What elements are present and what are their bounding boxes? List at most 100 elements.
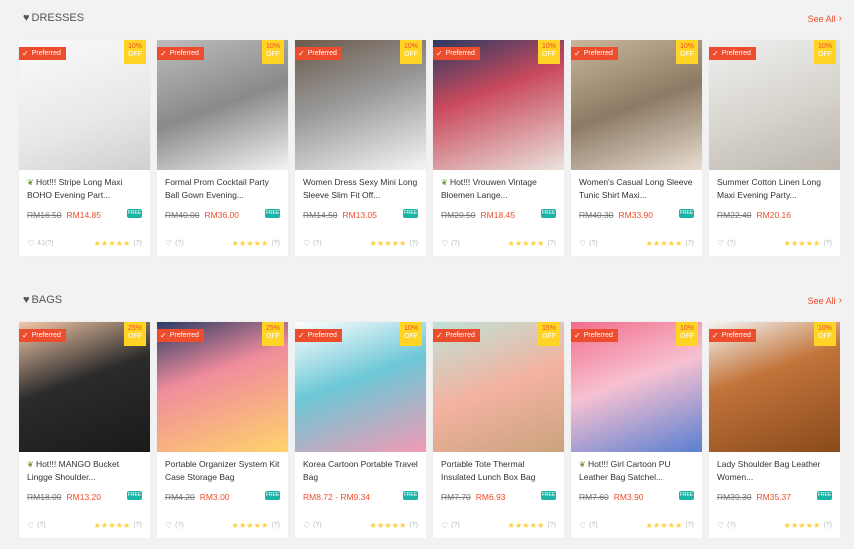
heart-outline-icon[interactable]: ♡ [303,239,310,248]
heart-outline-icon[interactable]: ♡ [303,521,310,530]
preferred-label: Preferred [721,332,751,339]
product-image[interactable]: ✓ Preferred 10% OFF [295,322,426,452]
product-image[interactable]: ✓ Preferred 15% OFF [433,322,564,452]
product-card[interactable]: ✓ Preferred 10% OFF ❦ Hot!!! Stripe Long Max… [19,40,150,256]
see-all-link[interactable]: See All › [808,13,842,24]
product-image[interactable]: ✓ Preferred 25% OFF [19,322,150,452]
product-name[interactable]: Women's Casual Long Sleeve Tunic Shirt M… [571,170,702,204]
product-card[interactable]: ✓ Preferred 10% OFF Women's Casual Long Slee… [571,40,702,256]
rating-stars: ★★★★★ [783,521,821,530]
dresses-section: ♥ DRESSES See All › ✓ Preferred 10% OFF ❦ Ho… [15,8,848,256]
product-image[interactable]: ✓ Preferred 10% OFF [709,40,840,170]
discount-percent: 10% [679,325,694,332]
heart-outline-icon[interactable]: ♡ [165,239,172,248]
product-name-text[interactable]: Korea Cartoon Portable Travel Bag [303,459,418,482]
product-name-text[interactable]: Hot!!! Girl Cartoon PU Leather Bag Satch… [579,459,671,482]
heart-outline-icon[interactable]: ♡ [717,239,724,248]
current-price: RM6.93 [475,492,506,502]
product-image[interactable]: ✓ Preferred 10% OFF [709,322,840,452]
see-all-text[interactable]: See All [808,14,836,24]
product-card[interactable]: ✓ Preferred 25% OFF ❦ Hot!!! MANGO Bucket Li… [19,322,150,538]
product-name-text[interactable]: Women Dress Sexy Mini Long Sleeve Slim F… [303,177,417,200]
price-row: RM39.30 RM35.37 FREE [709,486,840,502]
product-name[interactable]: Korea Cartoon Portable Travel Bag [295,452,426,486]
product-image[interactable]: ✓ Preferred 10% OFF [433,40,564,170]
see-all-link[interactable]: See All › [808,295,842,306]
product-name[interactable]: ❦ Hot!!! Stripe Long Maxi BOHO Evening P… [19,170,150,204]
rating-stars: ★★★★★ [231,239,269,248]
product-name-text[interactable]: Formal Prom Cocktail Party Ball Gown Eve… [165,177,269,200]
like-count: (?) [589,522,598,529]
product-name[interactable]: Portable Tote Thermal Insulated Lunch Bo… [433,452,564,486]
product-card[interactable]: ✓ Preferred 15% OFF Portable Tote Thermal In… [433,322,564,538]
heart-outline-icon[interactable]: ♡ [579,521,586,530]
discount-percent: 10% [403,325,418,332]
product-card[interactable]: ✓ Preferred 10% OFF Women Dress Sexy Mini Lo… [295,40,426,256]
check-icon: ✓ [22,49,29,58]
heart-icon: ♥ [23,12,30,24]
product-name-text[interactable]: Hot!!! Vrouwen Vintage Bloemen Lange... [441,177,537,200]
current-price: RM8.72 - RM9.34 [303,492,371,502]
product-card[interactable]: ✓ Preferred 10% OFF ❦ Hot!!! Girl Cartoon PU… [571,322,702,538]
product-name[interactable]: ❦ Hot!!! MANGO Bucket Lingge Shoulder... [19,452,150,486]
product-name[interactable]: Lady Shoulder Bag Leather Women... [709,452,840,486]
product-card[interactable]: ✓ Preferred 10% OFF Lady Shoulder Bag Leathe… [709,322,840,538]
product-name[interactable]: Portable Organizer System Kit Case Stora… [157,452,288,486]
product-card[interactable]: ✓ Preferred 10% OFF Summer Cotton Linen Long… [709,40,840,256]
preferred-badge: ✓ Preferred [709,329,756,342]
product-card[interactable]: ✓ Preferred 10% OFF Formal Prom Cocktail Par… [157,40,288,256]
chevron-right-icon: › [838,295,842,306]
product-image[interactable]: ✓ Preferred 10% OFF [157,40,288,170]
product-footer: ♡ (?) ★★★★★ (?) [717,239,832,248]
discount-percent: 10% [679,43,694,50]
heart-outline-icon[interactable]: ♡ [27,239,34,248]
product-footer: ♡ (?) ★★★★★ (?) [579,239,694,248]
rating-stars: ★★★★★ [93,521,131,530]
heart-outline-icon[interactable]: ♡ [165,521,172,530]
original-price: RM7.70 [441,492,471,502]
original-price: RM18.00 [27,492,62,502]
product-name-text[interactable]: Women's Casual Long Sleeve Tunic Shirt M… [579,177,692,200]
product-card[interactable]: ✓ Preferred 10% OFF ❦ Hot!!! Vrouwen Vintage… [433,40,564,256]
preferred-badge: ✓ Preferred [19,329,66,342]
free-shipping-icon: FREE [817,491,832,500]
heart-outline-icon[interactable]: ♡ [579,239,586,248]
product-name[interactable]: Summer Cotton Linen Long Maxi Evening Pa… [709,170,840,204]
section-title-text: DRESSES [31,12,85,24]
heart-outline-icon[interactable]: ♡ [27,521,34,530]
bags-section: ♥ BAGS See All › ✓ Preferred 25% OFF ❦ Hot!!… [15,290,848,538]
heart-outline-icon[interactable]: ♡ [717,521,724,530]
product-card[interactable]: ✓ Preferred 25% OFF Portable Organizer Syste… [157,322,288,538]
product-name-text[interactable]: Summer Cotton Linen Long Maxi Evening Pa… [717,177,821,200]
product-image[interactable]: ✓ Preferred 10% OFF [571,322,702,452]
preferred-badge: ✓ Preferred [19,47,66,60]
product-name-text[interactable]: Portable Tote Thermal Insulated Lunch Bo… [441,459,536,482]
product-name[interactable]: Formal Prom Cocktail Party Ball Gown Eve… [157,170,288,204]
like-count: (?) [451,240,460,247]
rating-count: (?) [823,522,832,529]
see-all-text[interactable]: See All [808,296,836,306]
like-count: (?) [727,522,736,529]
discount-percent: 10% [403,43,418,50]
product-image[interactable]: ✓ Preferred 25% OFF [157,322,288,452]
product-image[interactable]: ✓ Preferred 10% OFF [571,40,702,170]
check-icon: ✓ [160,49,167,58]
product-name[interactable]: Women Dress Sexy Mini Long Sleeve Slim F… [295,170,426,204]
rating-stars: ★★★★★ [231,521,269,530]
product-card[interactable]: ✓ Preferred 10% OFF Korea Cartoon Portable T… [295,322,426,538]
product-name[interactable]: ❦ Hot!!! Girl Cartoon PU Leather Bag Sat… [571,452,702,486]
product-image[interactable]: ✓ Preferred 10% OFF [295,40,426,170]
product-name-text[interactable]: Portable Organizer System Kit Case Stora… [165,459,279,482]
product-name[interactable]: ❦ Hot!!! Vrouwen Vintage Bloemen Lange..… [433,170,564,204]
product-name-text[interactable]: Lady Shoulder Bag Leather Women... [717,459,821,482]
free-shipping-icon: FREE [541,491,556,500]
product-image[interactable]: ✓ Preferred 10% OFF [19,40,150,170]
check-icon: ✓ [298,49,305,58]
discount-badge: 10% OFF [124,40,146,64]
product-name-text[interactable]: Hot!!! Stripe Long Maxi BOHO Evening Par… [27,177,122,200]
heart-outline-icon[interactable]: ♡ [441,521,448,530]
product-name-text[interactable]: Hot!!! MANGO Bucket Lingge Shoulder... [27,459,119,482]
preferred-label: Preferred [583,332,613,339]
heart-outline-icon[interactable]: ♡ [441,239,448,248]
product-footer: ♡ (?) ★★★★★ (?) [717,521,832,530]
